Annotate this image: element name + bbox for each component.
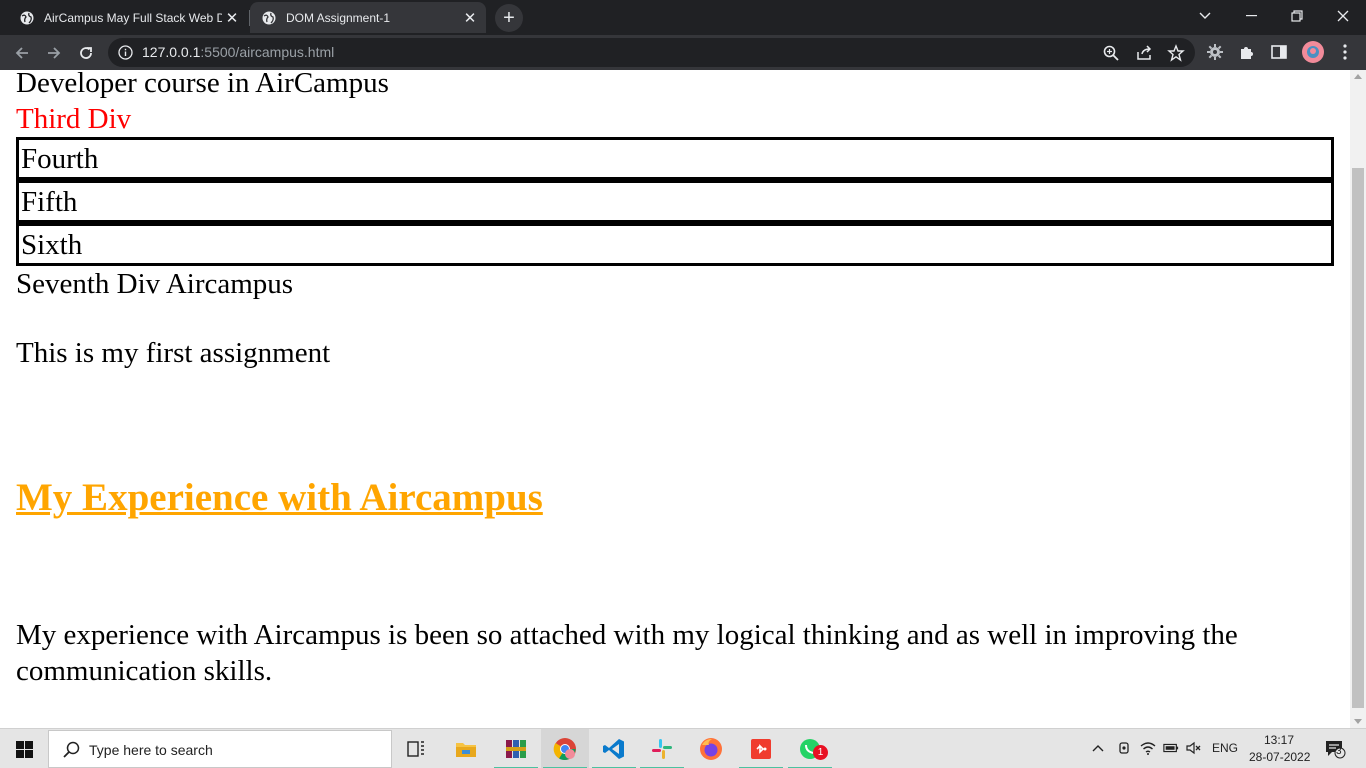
forward-icon[interactable] <box>40 39 68 67</box>
extension-gear-icon[interactable] <box>1206 43 1224 61</box>
file-explorer-icon[interactable] <box>442 729 490 768</box>
vscode-icon[interactable] <box>590 729 638 768</box>
battery-icon[interactable] <box>1163 740 1179 756</box>
language-indicator[interactable]: ENG <box>1212 741 1238 755</box>
whatsapp-icon[interactable]: 1 <box>786 729 834 768</box>
fifth-div: Fifth <box>16 180 1334 223</box>
url-text: 127.0.0.1:5500/aircampus.html <box>142 44 334 60</box>
git-icon[interactable] <box>737 729 785 768</box>
firefox-icon[interactable] <box>687 729 735 768</box>
search-placeholder: Type here to search <box>89 742 213 758</box>
info-icon[interactable] <box>118 45 133 60</box>
zoom-icon[interactable] <box>1102 44 1120 62</box>
close-window-icon[interactable] <box>1320 0 1366 32</box>
seventh-div: Seventh Div Aircampus <box>16 268 294 300</box>
globe-icon <box>20 11 34 24</box>
winrar-icon[interactable] <box>492 729 540 768</box>
windows-taskbar: Type here to search 1 ENG 13:17 28-07-20… <box>0 728 1366 768</box>
back-icon[interactable] <box>8 39 36 67</box>
browser-tab-bar: AirCampus May Full Stack Web D ✕ DOM Ass… <box>0 0 1366 35</box>
slack-icon[interactable] <box>638 729 686 768</box>
bookmark-star-icon[interactable] <box>1167 44 1185 62</box>
experience-paragraph: My experience with Aircampus is been so … <box>16 619 1238 687</box>
third-div: Third Div <box>16 103 132 135</box>
menu-icon[interactable] <box>1336 43 1354 61</box>
tab-title: DOM Assignment-1 <box>286 10 391 25</box>
tab-search-icon[interactable] <box>1182 0 1228 32</box>
tab-title: AirCampus May Full Stack Web D <box>44 10 222 25</box>
task-view-icon[interactable] <box>392 729 440 768</box>
show-hidden-icons-icon[interactable] <box>1090 740 1106 756</box>
volume-muted-icon[interactable] <box>1186 740 1202 756</box>
profile-avatar[interactable] <box>1302 41 1324 63</box>
notification-count: 3 <box>1336 746 1342 757</box>
taskbar-search-box[interactable]: Type here to search <box>48 730 392 768</box>
url-host: 127.0.0.1 <box>142 44 201 60</box>
meet-now-icon[interactable] <box>1116 740 1132 756</box>
browser-toolbar: 127.0.0.1:5500/aircampus.html <box>0 35 1366 70</box>
wifi-icon[interactable] <box>1140 740 1156 756</box>
close-tab-icon[interactable]: ✕ <box>460 8 480 28</box>
scroll-down-arrow-icon[interactable] <box>1354 719 1362 724</box>
tab-dom-assignment[interactable]: DOM Assignment-1 ✕ <box>250 2 486 33</box>
sidepanel-icon[interactable] <box>1270 43 1288 61</box>
page-content: Developer course in AirCampus Third Div … <box>16 70 1334 689</box>
puzzle-icon[interactable] <box>1238 43 1256 61</box>
notification-badge: 1 <box>813 745 828 760</box>
page-viewport: Developer course in AirCampus Third Div … <box>0 70 1350 728</box>
minimize-icon[interactable] <box>1228 0 1274 32</box>
chrome-icon[interactable] <box>541 729 589 768</box>
clock-date[interactable]: 28-07-2022 <box>1249 750 1310 764</box>
first-assignment-text: This is my first assignment <box>16 337 331 369</box>
experience-heading[interactable]: My Experience with Aircampus <box>16 475 1334 521</box>
search-icon <box>63 741 80 758</box>
share-icon[interactable] <box>1135 44 1153 62</box>
address-bar[interactable]: 127.0.0.1:5500/aircampus.html <box>108 38 1195 67</box>
url-path: :5500/aircampus.html <box>200 44 335 60</box>
sixth-div: Sixth <box>16 223 1334 266</box>
notification-center-icon[interactable]: 3 <box>1324 739 1346 759</box>
new-tab-button[interactable]: + <box>495 4 523 32</box>
globe-icon <box>262 11 276 24</box>
profile-picture-icon <box>1307 46 1319 58</box>
page-scrollbar[interactable] <box>1350 70 1366 728</box>
clock-time[interactable]: 13:17 <box>1264 733 1294 747</box>
close-tab-icon[interactable]: ✕ <box>222 8 242 28</box>
windows-start-icon[interactable] <box>0 729 48 768</box>
tab-aircampus[interactable]: AirCampus May Full Stack Web D ✕ <box>8 2 248 33</box>
fourth-div: Fourth <box>16 137 1334 180</box>
scroll-up-arrow-icon[interactable] <box>1354 74 1362 79</box>
scroll-thumb[interactable] <box>1352 168 1364 708</box>
restore-icon[interactable] <box>1274 0 1320 32</box>
reload-icon[interactable] <box>72 39 100 67</box>
developer-course-text: Developer course in AirCampus <box>16 70 389 99</box>
